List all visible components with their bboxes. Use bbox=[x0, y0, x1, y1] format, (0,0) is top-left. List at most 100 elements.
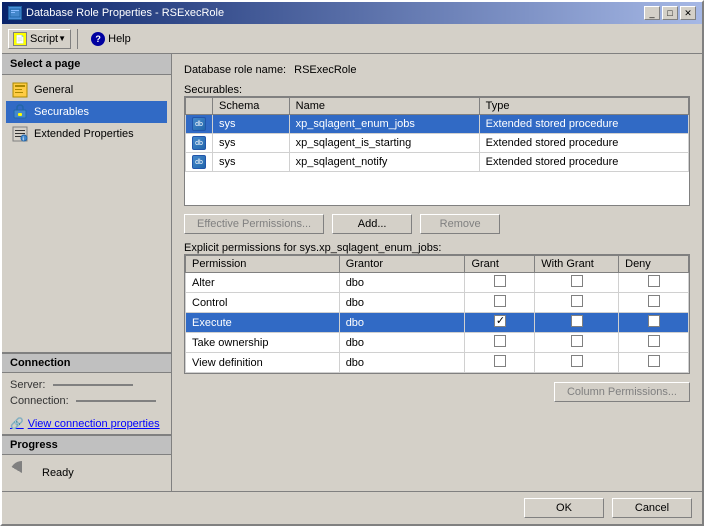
row-name: xp_sqlagent_notify bbox=[289, 153, 479, 172]
perm-with_grant-checkbox[interactable] bbox=[571, 315, 583, 327]
add-button[interactable]: Add... bbox=[332, 214, 412, 234]
perm-permission: View definition bbox=[186, 353, 340, 373]
perm-deny-checkbox[interactable] bbox=[648, 295, 660, 307]
perm-col-permission: Permission bbox=[186, 256, 340, 273]
db-role-value: RSExecRole bbox=[294, 64, 690, 76]
row-icon-cell: db bbox=[186, 134, 213, 153]
script-dropdown[interactable]: 📄 Script ▼ bbox=[8, 29, 71, 49]
perm-permission: Control bbox=[186, 293, 340, 313]
row-type: Extended stored procedure bbox=[479, 134, 688, 153]
connection-label: Connection: bbox=[10, 395, 69, 407]
connection-value bbox=[76, 400, 156, 402]
script-icon: 📄 bbox=[13, 32, 27, 46]
help-button[interactable]: ? Help bbox=[84, 29, 138, 49]
perm-deny-checkbox[interactable] bbox=[648, 275, 660, 287]
sidebar-item-general[interactable]: General bbox=[6, 79, 167, 101]
permissions-row[interactable]: View definitiondbo bbox=[186, 353, 689, 373]
perm-grant-cell[interactable] bbox=[465, 313, 535, 333]
perm-deny-cell[interactable] bbox=[619, 273, 689, 293]
perm-with_grant-checkbox[interactable] bbox=[571, 275, 583, 287]
permissions-row[interactable]: Take ownershipdbo bbox=[186, 333, 689, 353]
perm-with_grant-cell[interactable] bbox=[535, 353, 619, 373]
perm-grantor: dbo bbox=[339, 273, 465, 293]
maximize-button[interactable]: □ bbox=[662, 6, 678, 20]
row-schema: sys bbox=[213, 153, 290, 172]
remove-button[interactable]: Remove bbox=[420, 214, 500, 234]
script-chevron-icon: ▼ bbox=[58, 34, 66, 43]
select-page-header: Select a page bbox=[2, 54, 171, 75]
perm-grant-cell[interactable] bbox=[465, 273, 535, 293]
ready-label: Ready bbox=[42, 467, 74, 479]
sidebar-item-extended[interactable]: i Extended Properties bbox=[6, 123, 167, 145]
left-panel: Select a page General bbox=[2, 54, 172, 491]
extended-properties-icon: i bbox=[12, 126, 28, 142]
help-icon: ? bbox=[91, 32, 105, 46]
sidebar-item-securables[interactable]: Securables bbox=[6, 101, 167, 123]
perm-with_grant-cell[interactable] bbox=[535, 333, 619, 353]
effective-permissions-button[interactable]: Effective Permissions... bbox=[184, 214, 324, 234]
right-panel: Database role name: RSExecRole Securable… bbox=[172, 54, 702, 491]
perm-col-grantor: Grantor bbox=[339, 256, 465, 273]
perm-with_grant-checkbox[interactable] bbox=[571, 295, 583, 307]
perm-grant-checkbox[interactable] bbox=[494, 295, 506, 307]
perm-deny-cell[interactable] bbox=[619, 353, 689, 373]
perm-grant-cell[interactable] bbox=[465, 353, 535, 373]
connection-header: Connection bbox=[2, 353, 171, 373]
securables-buttons: Effective Permissions... Add... Remove bbox=[184, 214, 690, 234]
explicit-permissions-label: Explicit permissions for sys.xp_sqlagent… bbox=[184, 242, 690, 254]
link-icon: 🔗 bbox=[10, 417, 24, 430]
permissions-table-container[interactable]: Permission Grantor Grant With Grant Deny… bbox=[184, 254, 690, 374]
column-permissions-button[interactable]: Column Permissions... bbox=[554, 382, 690, 402]
row-name: xp_sqlagent_enum_jobs bbox=[289, 115, 479, 134]
securables-row[interactable]: dbsysxp_sqlagent_enum_jobsExtended store… bbox=[186, 115, 689, 134]
permissions-table: Permission Grantor Grant With Grant Deny… bbox=[185, 255, 689, 373]
securables-table-container[interactable]: Schema Name Type dbsysxp_sqlagent_enum_j… bbox=[184, 96, 690, 206]
perm-deny-checkbox[interactable] bbox=[648, 335, 660, 347]
securables-row[interactable]: dbsysxp_sqlagent_notifyExtended stored p… bbox=[186, 153, 689, 172]
server-label: Server: bbox=[10, 379, 45, 391]
perm-deny-checkbox[interactable] bbox=[648, 315, 660, 327]
permissions-row[interactable]: Alterdbo bbox=[186, 273, 689, 293]
perm-with_grant-cell[interactable] bbox=[535, 273, 619, 293]
view-connection-link[interactable]: 🔗 View connection properties bbox=[2, 413, 171, 434]
perm-deny-cell[interactable] bbox=[619, 293, 689, 313]
perm-col-deny: Deny bbox=[619, 256, 689, 273]
perm-with_grant-cell[interactable] bbox=[535, 313, 619, 333]
permissions-row[interactable]: Executedbo bbox=[186, 313, 689, 333]
perm-with_grant-checkbox[interactable] bbox=[571, 335, 583, 347]
perm-grant-checkbox[interactable] bbox=[494, 315, 506, 327]
col-icon bbox=[186, 98, 213, 115]
sidebar-item-general-label: General bbox=[34, 84, 73, 96]
sidebar-item-securables-label: Securables bbox=[34, 106, 89, 118]
perm-grantor: dbo bbox=[339, 313, 465, 333]
perm-grant-checkbox[interactable] bbox=[494, 275, 506, 287]
perm-grant-checkbox[interactable] bbox=[494, 355, 506, 367]
script-label: Script bbox=[30, 33, 58, 45]
perm-grant-cell[interactable] bbox=[465, 293, 535, 313]
perm-deny-cell[interactable] bbox=[619, 313, 689, 333]
main-window: Database Role Properties - RSExecRole _ … bbox=[0, 0, 704, 526]
connection-info: Server: Connection: bbox=[2, 373, 171, 413]
perm-grant-cell[interactable] bbox=[465, 333, 535, 353]
ok-button[interactable]: OK bbox=[524, 498, 604, 518]
close-button[interactable]: ✕ bbox=[680, 6, 696, 20]
minimize-button[interactable]: _ bbox=[644, 6, 660, 20]
perm-deny-checkbox[interactable] bbox=[648, 355, 660, 367]
perm-grant-checkbox[interactable] bbox=[494, 335, 506, 347]
title-bar-buttons: _ □ ✕ bbox=[644, 6, 696, 20]
perm-col-grant: Grant bbox=[465, 256, 535, 273]
perm-permission: Take ownership bbox=[186, 333, 340, 353]
perm-with_grant-cell[interactable] bbox=[535, 293, 619, 313]
col-name: Name bbox=[289, 98, 479, 115]
perm-deny-cell[interactable] bbox=[619, 333, 689, 353]
cancel-button[interactable]: Cancel bbox=[612, 498, 692, 518]
perm-with_grant-checkbox[interactable] bbox=[571, 355, 583, 367]
permissions-row[interactable]: Controldbo bbox=[186, 293, 689, 313]
perm-col-with-grant: With Grant bbox=[535, 256, 619, 273]
spinner-icon bbox=[10, 461, 34, 485]
left-bottom: Connection Server: Connection: 🔗 View co… bbox=[2, 352, 171, 491]
securables-row[interactable]: dbsysxp_sqlagent_is_startingExtended sto… bbox=[186, 134, 689, 153]
col-type: Type bbox=[479, 98, 688, 115]
row-type: Extended stored procedure bbox=[479, 153, 688, 172]
row-icon-cell: db bbox=[186, 115, 213, 134]
